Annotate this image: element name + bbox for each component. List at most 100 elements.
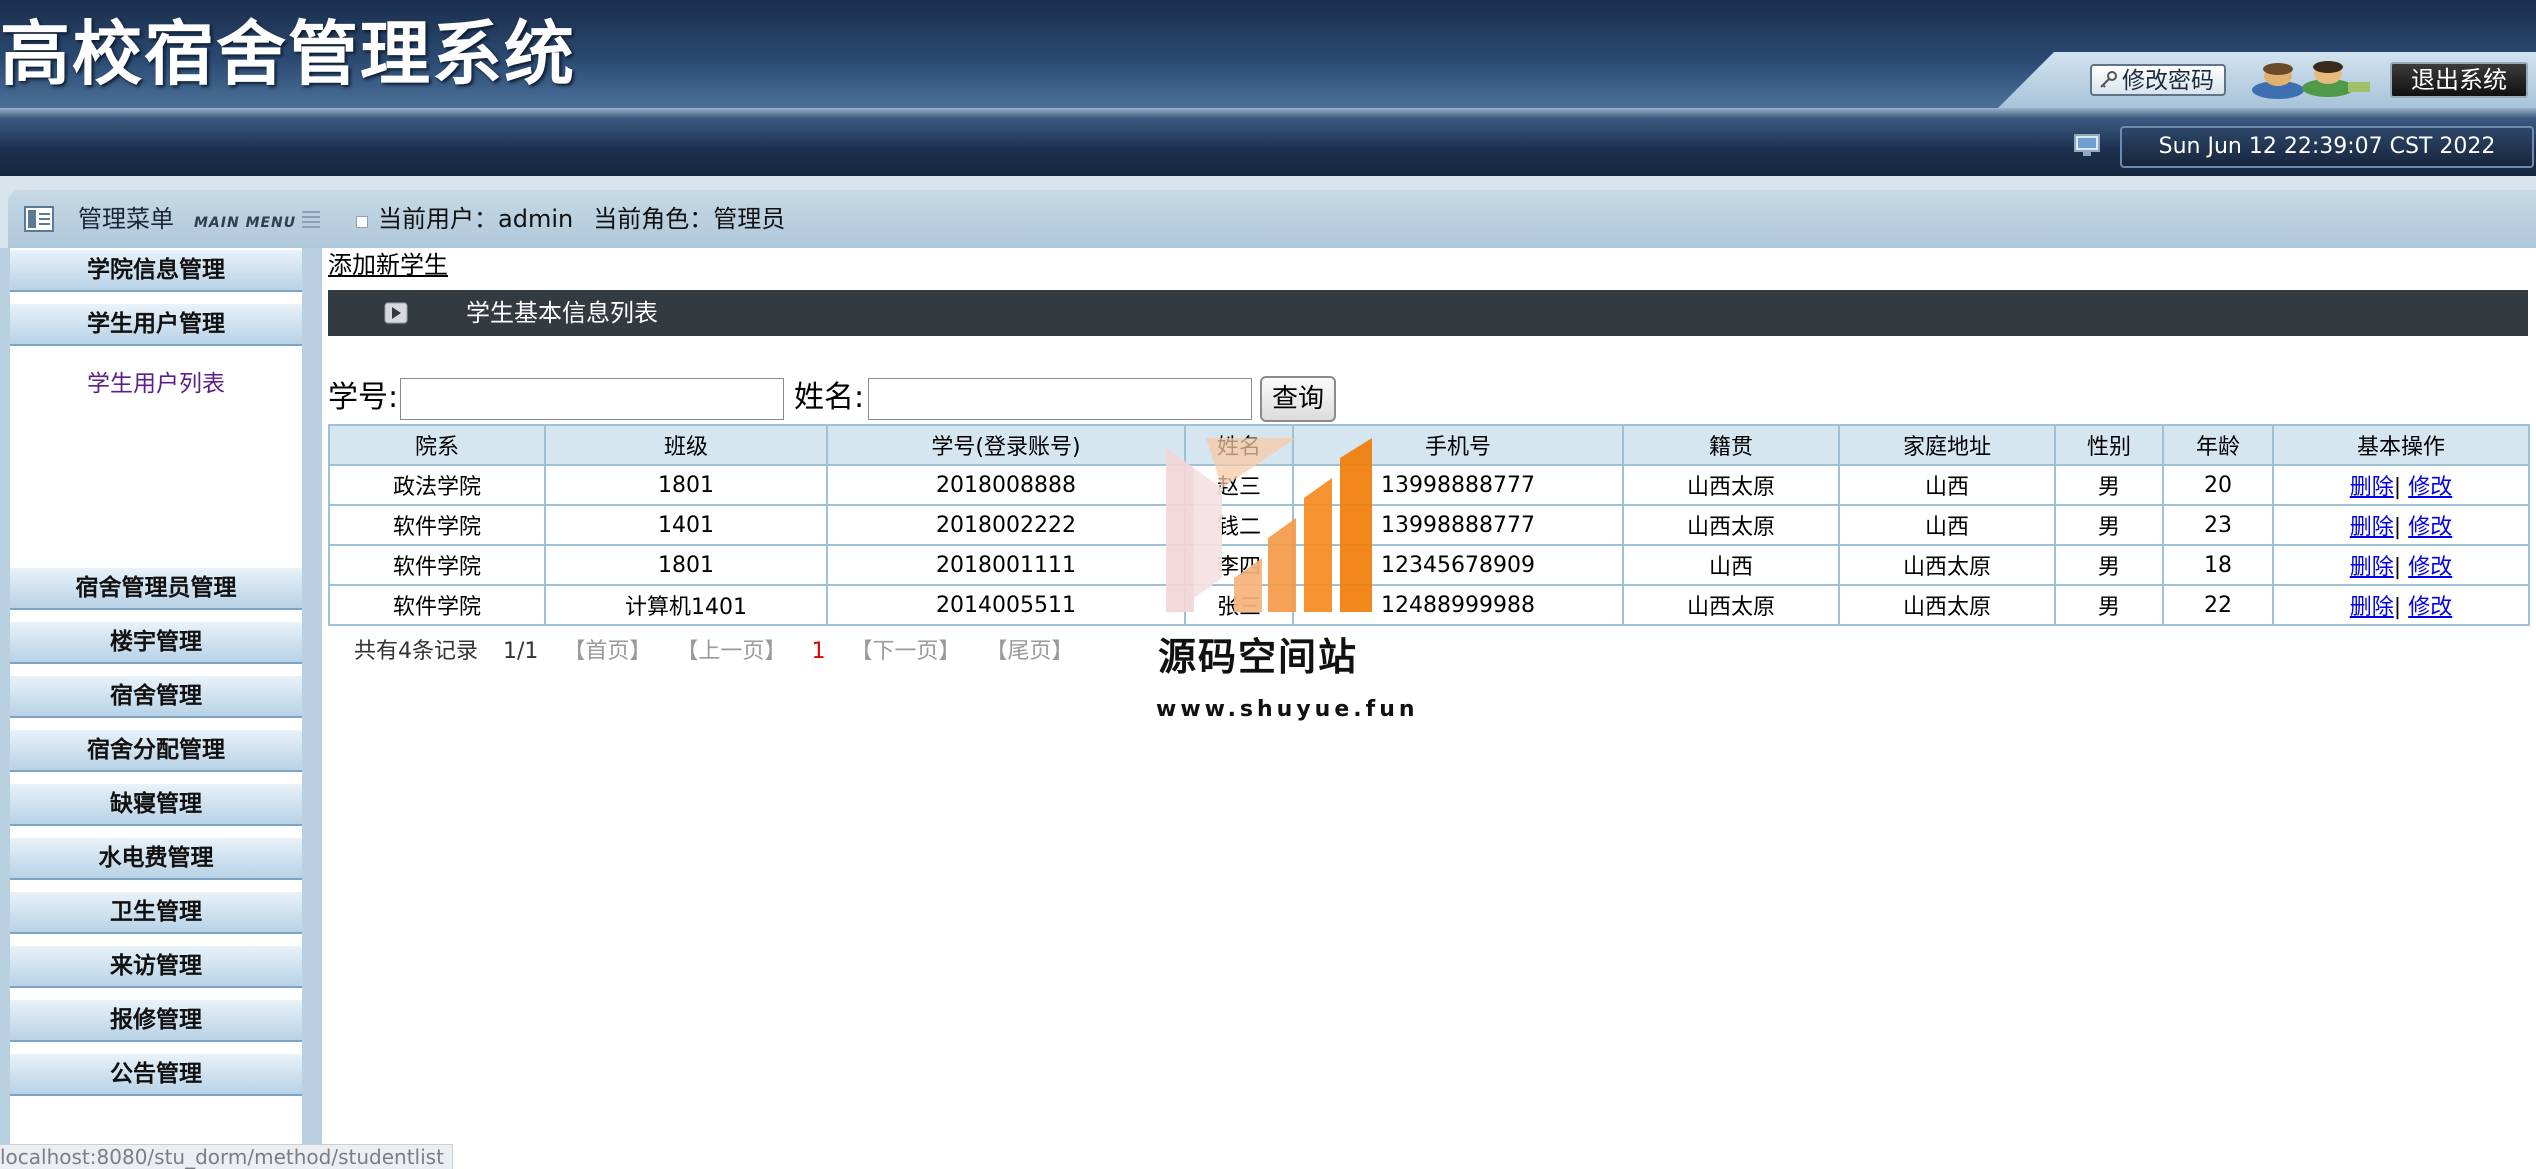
watermark-logo bbox=[1166, 438, 1372, 612]
edit-link[interactable]: 修改 bbox=[2408, 515, 2452, 540]
student-table: 院系 班级 学号(登录账号) 姓名 手机号 籍贯 家庭地址 性别 年龄 基本操作… bbox=[328, 424, 2530, 626]
sidebar-item-dorm[interactable]: 宿舍管理 bbox=[10, 674, 302, 718]
sidebar-item-college[interactable]: 学院信息管理 bbox=[10, 248, 302, 292]
cell-actions: 删除| 修改 bbox=[2272, 584, 2530, 626]
add-student-link[interactable]: 添加新学生 bbox=[328, 248, 448, 282]
menu-lines-icon[interactable] bbox=[300, 208, 322, 230]
column-header: 院系 bbox=[328, 424, 546, 466]
action-separator: | bbox=[2393, 475, 2402, 500]
edit-link[interactable]: 修改 bbox=[2408, 475, 2452, 500]
cell-address: 山西 bbox=[1838, 464, 2056, 506]
cell-class: 计算机1401 bbox=[544, 584, 828, 626]
cell-address: 山西太原 bbox=[1838, 584, 2056, 626]
cell-class: 1801 bbox=[544, 464, 828, 506]
change-password-label: 修改密码 bbox=[2122, 68, 2214, 94]
column-header: 基本操作 bbox=[2272, 424, 2530, 466]
datetime-display: Sun Jun 12 22:39:07 CST 2022 bbox=[2120, 126, 2534, 168]
cell-college: 软件学院 bbox=[328, 584, 546, 626]
table-row: 软件学院 1801 2018001111 李四 12345678909 山西 山… bbox=[328, 544, 2530, 586]
column-header: 班级 bbox=[544, 424, 828, 466]
current-page-number[interactable]: 1 bbox=[811, 639, 825, 664]
sidebar-item-visitors[interactable]: 来访管理 bbox=[10, 944, 302, 988]
last-page-link[interactable]: 【尾页】 bbox=[985, 639, 1073, 664]
delete-link[interactable]: 删除 bbox=[2350, 595, 2394, 620]
page-indicator: 1/1 bbox=[503, 639, 539, 664]
list-title-bar: 学生基本信息列表 bbox=[328, 290, 2528, 336]
sidebar-item-absence[interactable]: 缺寝管理 bbox=[10, 782, 302, 826]
app-title: 高校宿舍管理系统 bbox=[0, 13, 576, 95]
menu-title: 管理菜单 bbox=[78, 205, 174, 233]
student-no-input[interactable] bbox=[400, 378, 784, 420]
user-bullet-icon bbox=[356, 216, 368, 228]
users-icon bbox=[2252, 61, 2370, 99]
sidebar-item-student-users[interactable]: 学生用户管理 bbox=[10, 302, 302, 346]
column-header: 籍贯 bbox=[1622, 424, 1840, 466]
cell-college: 政法学院 bbox=[328, 464, 546, 506]
cell-address: 山西 bbox=[1838, 504, 2056, 546]
action-separator: | bbox=[2393, 515, 2402, 540]
prev-page-link[interactable]: 【上一页】 bbox=[676, 639, 786, 664]
menu-bar: 管理菜单 MAIN MENU 当前用户：admin 当前角色：管理员 bbox=[0, 176, 2536, 248]
cell-actions: 删除| 修改 bbox=[2272, 544, 2530, 586]
logout-button[interactable]: 退出系统 bbox=[2390, 62, 2528, 98]
edit-link[interactable]: 修改 bbox=[2408, 595, 2452, 620]
edit-link[interactable]: 修改 bbox=[2408, 555, 2452, 580]
action-separator: | bbox=[2393, 555, 2402, 580]
monitor-icon bbox=[2074, 134, 2100, 156]
menu-panel-icon bbox=[24, 206, 54, 232]
cell-address: 山西太原 bbox=[1838, 544, 2056, 586]
change-password-button[interactable]: 修改密码 bbox=[2090, 64, 2226, 96]
cell-age: 20 bbox=[2162, 464, 2274, 506]
first-page-link[interactable]: 【首页】 bbox=[563, 639, 651, 664]
cell-student-no: 2018002222 bbox=[826, 504, 1186, 546]
cell-student-no: 2014005511 bbox=[826, 584, 1186, 626]
sidebar-item-hygiene[interactable]: 卫生管理 bbox=[10, 890, 302, 934]
current-user-label: 当前用户： bbox=[378, 205, 498, 233]
main-content: 添加新学生 学生基本信息列表 学号: 姓名: 查询 院系 班级 学号(登录账号)… bbox=[322, 248, 2536, 1168]
name-input[interactable] bbox=[868, 378, 1252, 420]
cell-college: 软件学院 bbox=[328, 544, 546, 586]
total-records: 共有4条记录 bbox=[354, 639, 478, 664]
cell-age: 22 bbox=[2162, 584, 2274, 626]
watermark-name: 源码空间站 bbox=[1158, 635, 1359, 679]
cell-gender: 男 bbox=[2054, 544, 2164, 586]
cell-native-place: 山西 bbox=[1622, 544, 1840, 586]
cell-gender: 男 bbox=[2054, 584, 2164, 626]
cell-college: 软件学院 bbox=[328, 504, 546, 546]
student-no-label: 学号: bbox=[328, 380, 399, 415]
table-header-row: 院系 班级 学号(登录账号) 姓名 手机号 籍贯 家庭地址 性别 年龄 基本操作 bbox=[328, 424, 2530, 466]
sidebar-item-dorm-assign[interactable]: 宿舍分配管理 bbox=[10, 728, 302, 772]
list-title: 学生基本信息列表 bbox=[466, 299, 658, 327]
cell-age: 18 bbox=[2162, 544, 2274, 586]
sidebar-inner: 学院信息管理 学生用户管理 学生用户列表 宿舍管理员管理 楼宇管理 宿舍管理 宿… bbox=[10, 248, 302, 1148]
sidebar-sublink-student-list[interactable]: 学生用户列表 bbox=[10, 364, 302, 398]
watermark-url: www.shuyue.fun bbox=[1156, 697, 1419, 722]
sidebar-item-utilities[interactable]: 水电费管理 bbox=[10, 836, 302, 880]
cell-actions: 删除| 修改 bbox=[2272, 504, 2530, 546]
search-button[interactable]: 查询 bbox=[1260, 376, 1336, 422]
cell-age: 23 bbox=[2162, 504, 2274, 546]
sidebar-item-notices[interactable]: 公告管理 bbox=[10, 1052, 302, 1096]
sidebar: 学院信息管理 学生用户管理 学生用户列表 宿舍管理员管理 楼宇管理 宿舍管理 宿… bbox=[0, 248, 322, 1168]
cell-class: 1401 bbox=[544, 504, 828, 546]
current-role-value: 管理员 bbox=[713, 205, 786, 233]
delete-link[interactable]: 删除 bbox=[2350, 555, 2394, 580]
current-role-label: 当前角色： bbox=[593, 205, 714, 233]
table-row: 软件学院 1401 2018002222 钱二 13998888777 山西太原… bbox=[328, 504, 2530, 546]
cell-native-place: 山西太原 bbox=[1622, 504, 1840, 546]
status-bar-url: localhost:8080/stu_dorm/method/studentli… bbox=[0, 1144, 453, 1169]
delete-link[interactable]: 删除 bbox=[2350, 475, 2394, 500]
cell-class: 1801 bbox=[544, 544, 828, 586]
action-separator: | bbox=[2393, 595, 2402, 620]
column-header: 学号(登录账号) bbox=[826, 424, 1186, 466]
next-page-link[interactable]: 【下一页】 bbox=[850, 639, 960, 664]
cell-student-no: 2018001111 bbox=[826, 544, 1186, 586]
sidebar-item-repairs[interactable]: 报修管理 bbox=[10, 998, 302, 1042]
menu-subtitle: MAIN MENU bbox=[194, 215, 297, 231]
sidebar-item-dorm-admin[interactable]: 宿舍管理员管理 bbox=[10, 566, 302, 610]
cell-student-no: 2018008888 bbox=[826, 464, 1186, 506]
column-header: 年龄 bbox=[2162, 424, 2274, 466]
sidebar-item-building[interactable]: 楼宇管理 bbox=[10, 620, 302, 664]
current-user-info: 当前用户：admin 当前角色：管理员 bbox=[378, 204, 805, 234]
delete-link[interactable]: 删除 bbox=[2350, 515, 2394, 540]
